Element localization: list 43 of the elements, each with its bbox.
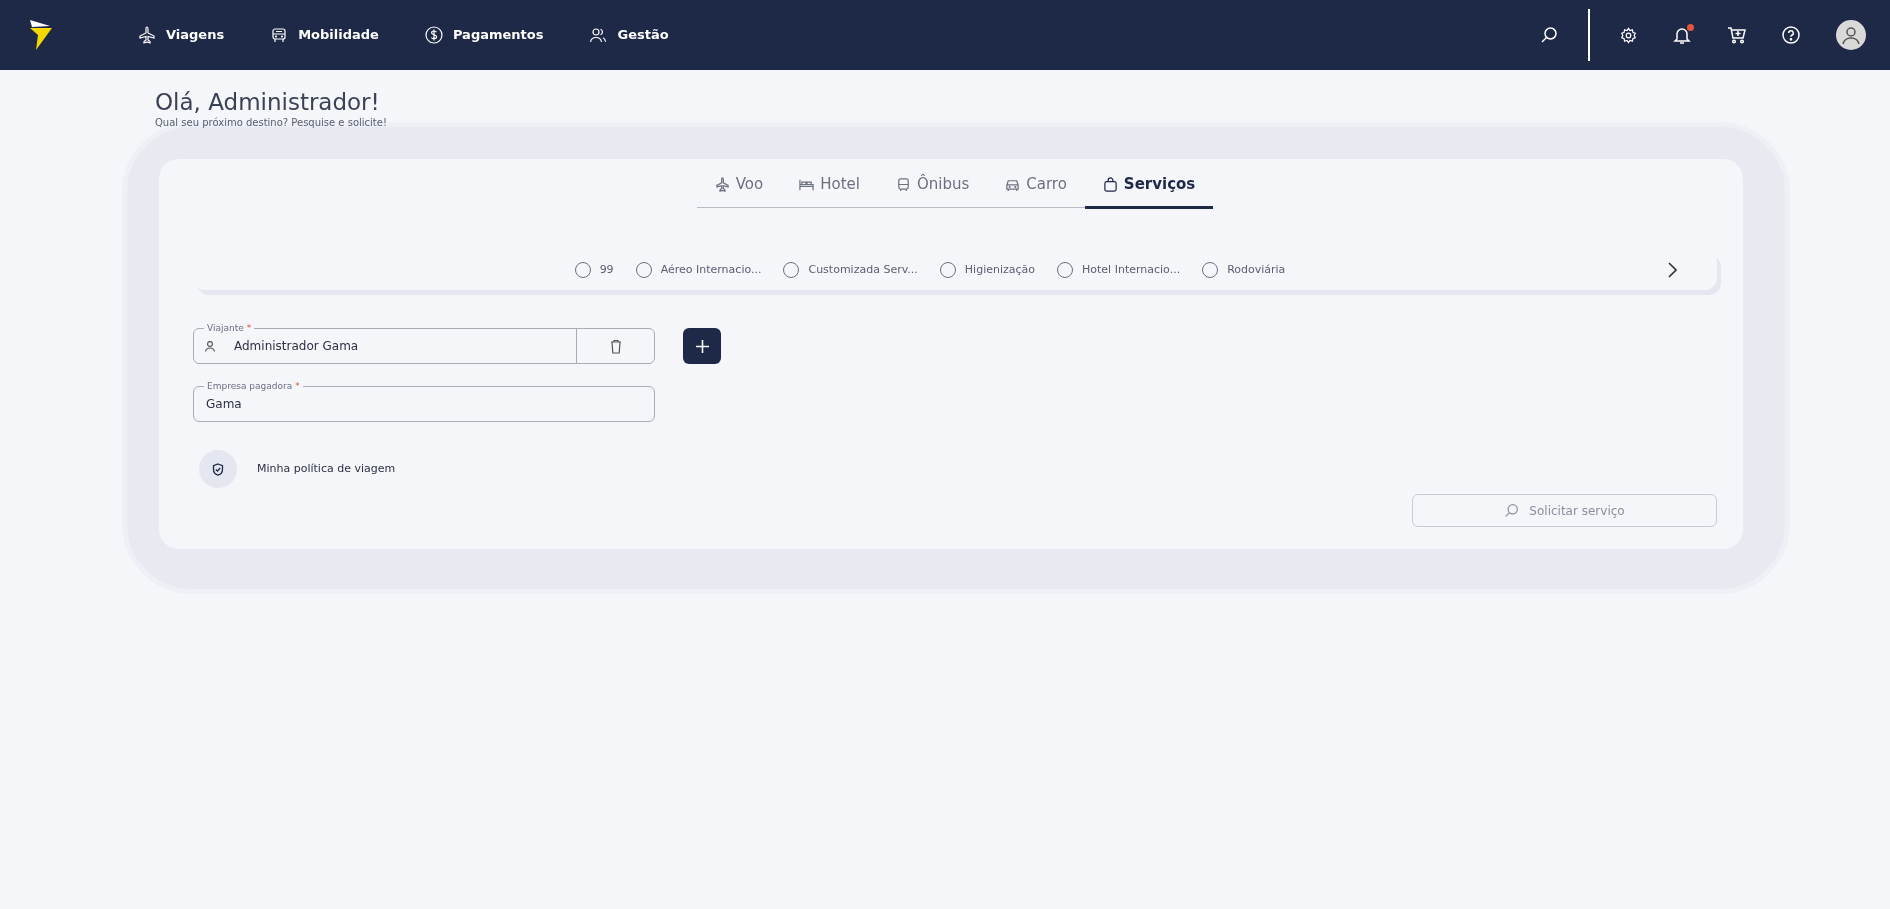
- settings-button[interactable]: [1620, 26, 1637, 44]
- nav-menu-item[interactable]: Viagens: [138, 25, 225, 45]
- people-icon: [589, 26, 608, 44]
- car-icon: [1005, 177, 1021, 193]
- plane-icon: [138, 26, 156, 44]
- nav-menu-item[interactable]: Pagamentos: [424, 25, 544, 45]
- tab[interactable]: Ônibus: [877, 165, 988, 209]
- service-option[interactable]: Customizada Serv...: [783, 261, 918, 279]
- logo-icon: [28, 18, 52, 52]
- tab[interactable]: Voo: [696, 165, 782, 209]
- notifications-button[interactable]: [1673, 25, 1691, 45]
- bus-icon: [895, 177, 911, 193]
- service-option[interactable]: Higienização: [939, 261, 1036, 279]
- search-icon: [1504, 503, 1520, 519]
- bed-icon: [799, 177, 815, 193]
- dollar-icon: [424, 26, 443, 44]
- user-avatar[interactable]: [1836, 20, 1866, 50]
- cart-button[interactable]: [1727, 26, 1746, 44]
- help-button[interactable]: [1782, 26, 1800, 44]
- travel-policy-link[interactable]: Minha política de viagem: [257, 461, 396, 478]
- add-traveler-button[interactable]: [683, 328, 721, 365]
- tab[interactable]: Hotel: [781, 165, 878, 209]
- service-option[interactable]: Rodoviária: [1202, 261, 1286, 279]
- field-value: Gama: [206, 396, 242, 414]
- trash-icon: [609, 338, 622, 354]
- plane-icon: [714, 177, 730, 193]
- search-button[interactable]: [1540, 26, 1558, 44]
- nav-menu-item[interactable]: Gestão: [589, 25, 669, 45]
- tab[interactable]: Serviços: [1084, 165, 1214, 209]
- shield-icon: [199, 450, 237, 489]
- field-value: Administrador Gama: [234, 338, 360, 356]
- person-icon: [204, 340, 216, 353]
- greeting-title: Olá, Administrador!: [155, 90, 381, 116]
- service-option[interactable]: Hotel Internacio...: [1057, 261, 1181, 279]
- car-icon: [270, 26, 289, 44]
- service-option[interactable]: 99: [574, 261, 614, 279]
- bag-icon: [1102, 177, 1118, 193]
- greeting-subtitle: Qual seu próximo destino? Pesquise e solicite!: [155, 116, 388, 131]
- service-option[interactable]: Aéreo Internacio...: [635, 261, 762, 279]
- plus-icon: [695, 339, 709, 353]
- next-arrow-button[interactable]: [1667, 262, 1677, 279]
- nav-menu-item[interactable]: Mobilidade: [270, 25, 379, 45]
- tab[interactable]: Carro: [987, 165, 1085, 209]
